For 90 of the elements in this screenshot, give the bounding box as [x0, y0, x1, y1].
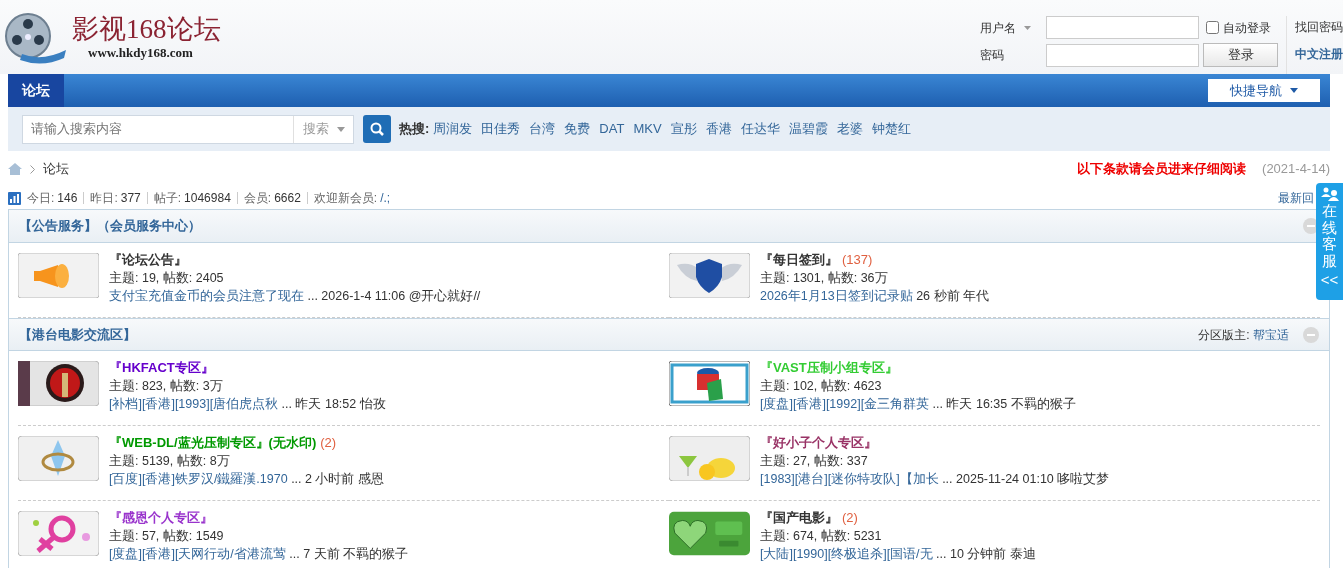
- forum-name-link[interactable]: 『感恩个人专区』: [109, 510, 213, 525]
- bar-chart-icon: [8, 191, 21, 205]
- forum-name-link[interactable]: 『国产电影』: [760, 510, 838, 525]
- hot-search-link[interactable]: DAT: [599, 119, 625, 139]
- last-post-link[interactable]: [度盘][香港][1992][金三角群英: [760, 397, 930, 411]
- last-post-link[interactable]: [大陆][1990][终极追杀][国语/无: [760, 547, 933, 561]
- forum-stats: 主题: 1301, 帖数: 36万: [760, 270, 889, 287]
- stat-label: 欢迎新会员:: [313, 192, 378, 204]
- stat-value: 1046984: [184, 192, 231, 204]
- username-field[interactable]: [1046, 16, 1199, 39]
- forum-stats: 主题: 5139, 帖数: 8万: [109, 453, 231, 470]
- stat-label: 今日:: [27, 192, 55, 204]
- last-post-link[interactable]: 支付宝充值金币的会员注意了现在: [109, 289, 304, 303]
- last-post-link[interactable]: 2026年1月13日签到记录贴: [760, 289, 913, 303]
- nav-tab[interactable]: 论坛: [8, 74, 64, 107]
- hot-search-link[interactable]: 免费: [564, 119, 591, 139]
- auto-login-label: 自动登录: [1223, 19, 1271, 37]
- forum-name-link[interactable]: 『WEB-DL/蓝光压制专区』(无水印): [109, 435, 317, 450]
- quick-nav-button[interactable]: 快捷导航: [1208, 79, 1320, 102]
- hot-search-label: 热搜:: [399, 120, 430, 139]
- forum-name-link[interactable]: 『论坛公告』: [109, 252, 187, 267]
- auto-login-checkbox[interactable]: [1206, 21, 1219, 34]
- hot-search-link[interactable]: 温碧霞: [788, 119, 828, 139]
- stat-label: 会员:: [243, 192, 272, 204]
- forum-stats: 主题: 823, 帖数: 3万: [109, 378, 224, 395]
- last-post-info: ... 7 天前 不羁的猴子: [288, 547, 409, 561]
- hot-search-link[interactable]: 钟楚红: [871, 119, 911, 139]
- find-password-link[interactable]: 找回密码: [1295, 16, 1343, 39]
- stat-label: 帖子:: [153, 192, 182, 204]
- people-icon: [1320, 187, 1339, 201]
- collapse-icon: [1303, 326, 1319, 343]
- last-post-info: ... 2025-11-24 01:10 哆啦艾梦: [941, 472, 1110, 486]
- hot-search-link[interactable]: 周润发: [433, 119, 473, 139]
- stat-label: 昨日:: [90, 192, 118, 204]
- forum-name-link[interactable]: 『HKFACT专区』: [109, 360, 214, 375]
- last-post-info: ... 2 小时前 感恩: [290, 472, 384, 486]
- username-label: 用户名: [980, 19, 1016, 37]
- forum-stats: 主题: 674, 帖数: 5231: [760, 528, 883, 545]
- last-post-link[interactable]: [补档][香港][1993][唐伯虎点秋: [109, 397, 279, 411]
- hot-search-link[interactable]: 台湾: [529, 119, 556, 139]
- caret-icon: [1290, 88, 1298, 93]
- forum-stats: 主题: 102, 帖数: 4623: [760, 378, 883, 395]
- last-post-info: ... 昨天 18:52 怡孜: [280, 397, 386, 411]
- new-post-count: (2): [320, 435, 337, 450]
- chevron-icon: [30, 164, 35, 174]
- stat-value: 146: [57, 192, 78, 204]
- caret-icon: [336, 126, 345, 132]
- logo-url: www.hkdy168.com: [88, 43, 194, 62]
- latest-replies-link[interactable]: 最新回: [1278, 189, 1314, 207]
- password-label: 密码: [980, 47, 1005, 64]
- last-post-link[interactable]: [百度][香港]铁罗汉/鐵羅漢.1970: [109, 472, 288, 486]
- last-post-link[interactable]: [度盘][香港][天网行动/省港流莺: [109, 547, 286, 561]
- hot-search-link[interactable]: 宣彤: [670, 119, 697, 139]
- forum-stats: 主题: 19, 帖数: 2405: [109, 270, 225, 287]
- logo-title: 影视168论坛: [72, 15, 221, 43]
- search-field[interactable]: 请输入搜索内容 搜索: [22, 114, 354, 144]
- breadcrumb-link[interactable]: 论坛: [43, 159, 69, 179]
- home-icon: [8, 163, 22, 175]
- hot-search-link[interactable]: MKV: [633, 119, 662, 139]
- last-post-info: ... 10 分钟前 泰迪: [935, 547, 1036, 561]
- hot-search-link[interactable]: 香港: [705, 119, 732, 139]
- moderator-link[interactable]: 帮宝适: [1253, 327, 1289, 342]
- category-title[interactable]: 【公告服务】: [19, 216, 97, 236]
- forum-stats: 主题: 57, 帖数: 1549: [109, 528, 225, 545]
- stat-value: 377: [120, 192, 141, 204]
- moderator-label: 分区版主:: [1198, 327, 1251, 342]
- last-post-link[interactable]: [1983][港台][迷你特攻队]【加长: [760, 472, 939, 486]
- search-icon: [370, 122, 384, 136]
- register-link[interactable]: 中文注册: [1295, 43, 1343, 66]
- notice-date: (2021-4-14): [1262, 160, 1330, 179]
- forum-stats: 主题: 27, 帖数: 337: [760, 453, 869, 470]
- category-subtitle[interactable]: （会员服务中心）: [97, 216, 201, 236]
- search-button[interactable]: [363, 115, 391, 143]
- last-post-info: ... 昨天 16:35 不羁的猴子: [931, 397, 1076, 411]
- notice-link[interactable]: 以下条款请会员进来仔细阅读: [1077, 159, 1247, 179]
- category-title[interactable]: 【港台电影交流区】: [19, 324, 136, 345]
- hot-search-link[interactable]: 任达华: [740, 119, 780, 139]
- login-button[interactable]: 登录: [1203, 43, 1278, 67]
- stat-value: 6662: [274, 192, 301, 204]
- hot-search-link[interactable]: 田佳秀: [481, 119, 521, 139]
- caret-icon: [1024, 25, 1031, 30]
- forum-name-link[interactable]: 『每日签到』: [760, 252, 838, 267]
- last-post-info: ... 2026-1-4 11:06 @开心就好//: [306, 289, 481, 303]
- last-post-info: 26 秒前 年代: [915, 289, 989, 303]
- new-post-count: (137): [842, 252, 873, 267]
- password-field[interactable]: [1046, 43, 1199, 67]
- new-post-count: (2): [842, 510, 858, 525]
- forum-name-link[interactable]: 『好小子个人专区』: [760, 435, 877, 450]
- new-member-link[interactable]: /.;: [380, 192, 391, 204]
- hot-search-link[interactable]: 老婆: [836, 119, 863, 139]
